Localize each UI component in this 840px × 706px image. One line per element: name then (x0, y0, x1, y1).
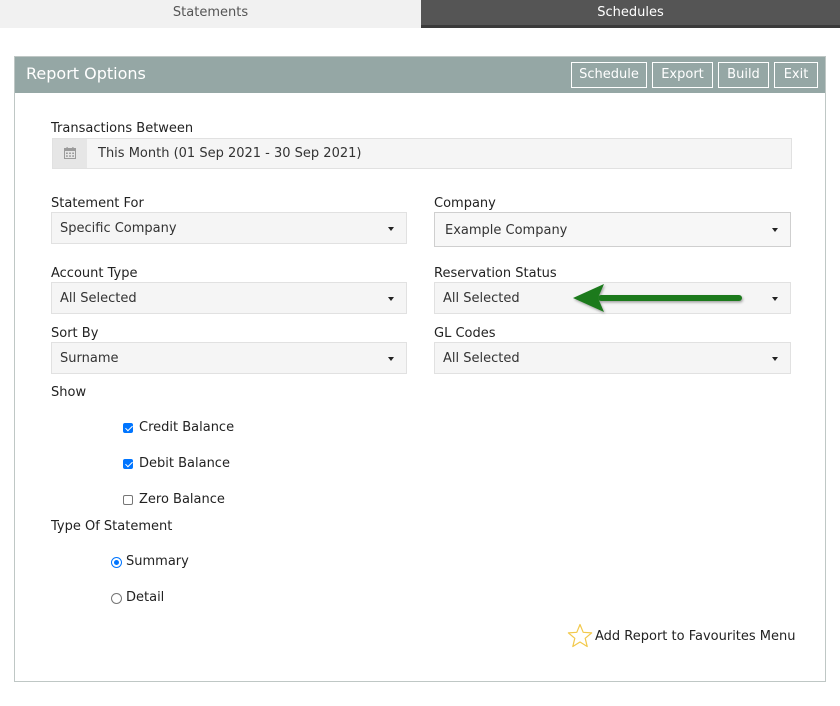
calendar-icon (64, 147, 76, 159)
arrow-icon (573, 284, 742, 312)
caret-down-icon (388, 297, 394, 301)
company-label: Company (434, 196, 496, 211)
tab-schedules[interactable]: Schedules (421, 0, 840, 28)
statement-type-label: Type Of Statement (51, 519, 173, 534)
panel-header: Report Options Schedule Export Build Exi… (15, 57, 825, 93)
caret-down-icon (772, 357, 778, 361)
report-options-panel: Report Options Schedule Export Build Exi… (14, 56, 826, 682)
caret-down-icon (388, 357, 394, 361)
company-select[interactable]: Example Company (434, 212, 791, 247)
export-button[interactable]: Export (652, 62, 713, 88)
statement-for-value: Specific Company (60, 221, 177, 236)
account-type-select[interactable]: All Selected (51, 282, 407, 314)
statement-for-select[interactable]: Specific Company (51, 212, 407, 244)
transactions-label: Transactions Between (51, 121, 194, 136)
detail-label[interactable]: Detail (126, 590, 164, 605)
summary-radio[interactable] (111, 557, 122, 568)
zero-balance-label[interactable]: Zero Balance (139, 492, 225, 507)
schedule-button[interactable]: Schedule (571, 62, 647, 88)
summary-label[interactable]: Summary (126, 554, 189, 569)
sort-by-label: Sort By (51, 326, 99, 341)
zero-balance-checkbox[interactable] (123, 495, 133, 505)
detail-radio[interactable] (111, 593, 122, 604)
star-icon[interactable] (567, 623, 593, 649)
credit-balance-checkbox[interactable] (123, 423, 133, 433)
show-label: Show (51, 385, 87, 400)
sort-by-select[interactable]: Surname (51, 342, 407, 374)
caret-down-icon (388, 227, 394, 231)
date-range-field[interactable]: This Month (01 Sep 2021 - 30 Sep 2021) (52, 138, 792, 169)
caret-down-icon (772, 297, 778, 301)
debit-balance-checkbox[interactable] (123, 459, 133, 469)
tab-bar: Statements Schedules (0, 0, 840, 28)
gl-codes-select[interactable]: All Selected (434, 342, 791, 374)
company-value: Example Company (445, 223, 568, 238)
account-type-label: Account Type (51, 266, 138, 281)
debit-balance-label[interactable]: Debit Balance (139, 456, 230, 471)
statement-for-label: Statement For (51, 196, 144, 211)
sort-by-value: Surname (60, 351, 119, 366)
reservation-status-value: All Selected (443, 291, 520, 306)
add-to-favourites-link[interactable]: Add Report to Favourites Menu (595, 629, 796, 644)
tab-statements[interactable]: Statements (0, 0, 421, 28)
credit-balance-label[interactable]: Credit Balance (139, 420, 234, 435)
gl-codes-label: GL Codes (434, 326, 496, 341)
exit-button[interactable]: Exit (774, 62, 818, 88)
calendar-button[interactable] (53, 139, 87, 168)
gl-codes-value: All Selected (443, 351, 520, 366)
account-type-value: All Selected (60, 291, 137, 306)
panel-title: Report Options (26, 64, 146, 83)
reservation-status-label: Reservation Status (434, 266, 557, 281)
caret-down-icon (772, 228, 778, 232)
build-button[interactable]: Build (718, 62, 769, 88)
date-range-value: This Month (01 Sep 2021 - 30 Sep 2021) (98, 146, 362, 161)
